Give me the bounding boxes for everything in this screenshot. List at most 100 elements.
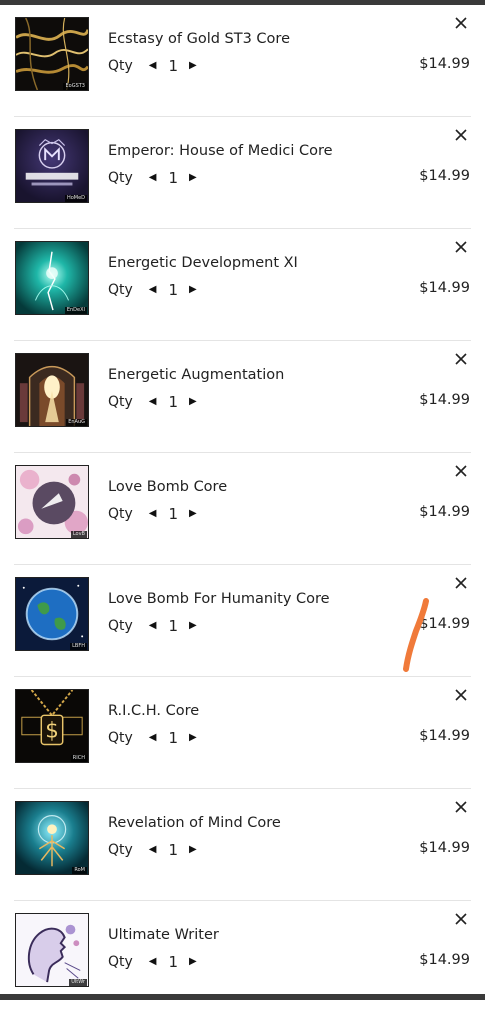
mind-tree-artwork [16, 802, 88, 874]
qty-label: Qty [108, 58, 133, 74]
decrease-quantity-button[interactable]: ◀ [149, 392, 157, 412]
close-icon [455, 129, 467, 141]
quantity-stepper: Qty ◀ 1 ▶ [108, 56, 197, 76]
remove-item-button[interactable] [453, 239, 469, 255]
product-code-tag: EnDeXI [64, 307, 87, 314]
remove-item-button[interactable] [453, 463, 469, 479]
quantity-stepper: Qty ◀ 1 ▶ [108, 952, 197, 972]
cart-item: LBFH Love Bomb For Humanity Core Qty ◀ 1… [0, 565, 485, 677]
product-name[interactable]: Ecstasy of Gold ST3 Core [108, 31, 290, 47]
decrease-quantity-button[interactable]: ◀ [149, 56, 157, 76]
gold-marble-artwork [16, 18, 88, 90]
medici-crest-artwork [16, 130, 88, 202]
increase-quantity-button[interactable]: ▶ [189, 728, 197, 748]
item-price: $14.99 [419, 840, 470, 856]
product-name[interactable]: Energetic Development XI [108, 255, 298, 271]
cart-item: EoGST3 Ecstasy of Gold ST3 Core Qty ◀ 1 … [0, 5, 485, 117]
qty-label: Qty [108, 618, 133, 634]
product-name[interactable]: Love Bomb For Humanity Core [108, 591, 330, 607]
close-icon [455, 801, 467, 813]
product-thumbnail[interactable]: $ RICH [15, 689, 89, 763]
remove-item-button[interactable] [453, 575, 469, 591]
quantity-stepper: Qty ◀ 1 ▶ [108, 280, 197, 300]
remove-item-button[interactable] [453, 799, 469, 815]
cart-item: EnDeXI Energetic Development XI Qty ◀ 1 … [0, 229, 485, 341]
product-thumbnail[interactable]: EnDeXI [15, 241, 89, 315]
decrease-quantity-button[interactable]: ◀ [149, 280, 157, 300]
close-icon [455, 465, 467, 477]
product-name[interactable]: Love Bomb Core [108, 479, 227, 495]
increase-quantity-button[interactable]: ▶ [189, 840, 197, 860]
decrease-quantity-button[interactable]: ◀ [149, 728, 157, 748]
product-thumbnail[interactable]: EoGST3 [15, 17, 89, 91]
quantity-value: 1 [168, 953, 179, 971]
qty-label: Qty [108, 170, 133, 186]
pink-floral-artwork [16, 466, 88, 538]
close-icon [455, 689, 467, 701]
quantity-stepper: Qty ◀ 1 ▶ [108, 728, 197, 748]
item-price: $14.99 [419, 728, 470, 744]
quantity-value: 1 [168, 729, 179, 747]
decrease-quantity-button[interactable]: ◀ [149, 840, 157, 860]
svg-text:$: $ [45, 719, 59, 744]
decrease-quantity-button[interactable]: ◀ [149, 168, 157, 188]
product-code-tag: UltWr [69, 979, 87, 986]
quantity-stepper: Qty ◀ 1 ▶ [108, 392, 197, 412]
product-thumbnail[interactable]: UltWr [15, 913, 89, 987]
product-code-tag: LovB [70, 531, 87, 538]
item-price: $14.99 [419, 392, 470, 408]
product-thumbnail[interactable]: EnAuG [15, 353, 89, 427]
close-icon [455, 17, 467, 29]
qty-label: Qty [108, 394, 133, 410]
cart-item: HoMeD Emperor: House of Medici Core Qty … [0, 117, 485, 229]
decrease-quantity-button[interactable]: ◀ [149, 952, 157, 972]
product-name[interactable]: R.I.C.H. Core [108, 703, 199, 719]
cart-item: RoM Revelation of Mind Core Qty ◀ 1 ▶ $1… [0, 789, 485, 901]
product-code-tag: RoM [72, 867, 87, 874]
product-thumbnail[interactable]: LBFH [15, 577, 89, 651]
item-price: $14.99 [419, 280, 470, 296]
increase-quantity-button[interactable]: ▶ [189, 952, 197, 972]
decrease-quantity-button[interactable]: ◀ [149, 504, 157, 524]
item-price: $14.99 [419, 504, 470, 520]
quantity-value: 1 [168, 281, 179, 299]
qty-label: Qty [108, 954, 133, 970]
cart-item: $ RICH R.I.C.H. Core Qty ◀ 1 ▶ $14.99 [0, 677, 485, 789]
quantity-stepper: Qty ◀ 1 ▶ [108, 616, 197, 636]
qty-label: Qty [108, 842, 133, 858]
cart-item-list: EoGST3 Ecstasy of Gold ST3 Core Qty ◀ 1 … [0, 5, 485, 1013]
cart-item: EnAuG Energetic Augmentation Qty ◀ 1 ▶ $… [0, 341, 485, 453]
quantity-stepper: Qty ◀ 1 ▶ [108, 840, 197, 860]
increase-quantity-button[interactable]: ▶ [189, 616, 197, 636]
bottom-nav-strip [0, 994, 485, 1000]
remove-item-button[interactable] [453, 687, 469, 703]
product-name[interactable]: Emperor: House of Medici Core [108, 143, 333, 159]
close-icon [455, 241, 467, 253]
earth-globe-artwork [16, 578, 88, 650]
product-name[interactable]: Revelation of Mind Core [108, 815, 281, 831]
cathedral-light-artwork [16, 354, 88, 426]
quantity-stepper: Qty ◀ 1 ▶ [108, 504, 197, 524]
product-name[interactable]: Energetic Augmentation [108, 367, 284, 383]
increase-quantity-button[interactable]: ▶ [189, 168, 197, 188]
product-thumbnail[interactable]: HoMeD [15, 129, 89, 203]
qty-label: Qty [108, 730, 133, 746]
qty-label: Qty [108, 282, 133, 298]
remove-item-button[interactable] [453, 351, 469, 367]
increase-quantity-button[interactable]: ▶ [189, 392, 197, 412]
increase-quantity-button[interactable]: ▶ [189, 504, 197, 524]
increase-quantity-button[interactable]: ▶ [189, 56, 197, 76]
increase-quantity-button[interactable]: ▶ [189, 280, 197, 300]
quantity-value: 1 [168, 617, 179, 635]
remove-item-button[interactable] [453, 127, 469, 143]
decrease-quantity-button[interactable]: ◀ [149, 616, 157, 636]
cart-item: LovB Love Bomb Core Qty ◀ 1 ▶ $14.99 [0, 453, 485, 565]
product-thumbnail[interactable]: LovB [15, 465, 89, 539]
product-thumbnail[interactable]: RoM [15, 801, 89, 875]
remove-item-button[interactable] [453, 911, 469, 927]
product-name[interactable]: Ultimate Writer [108, 927, 219, 943]
item-price: $14.99 [419, 616, 470, 632]
quantity-value: 1 [168, 393, 179, 411]
remove-item-button[interactable] [453, 15, 469, 31]
item-price: $14.99 [419, 168, 470, 184]
